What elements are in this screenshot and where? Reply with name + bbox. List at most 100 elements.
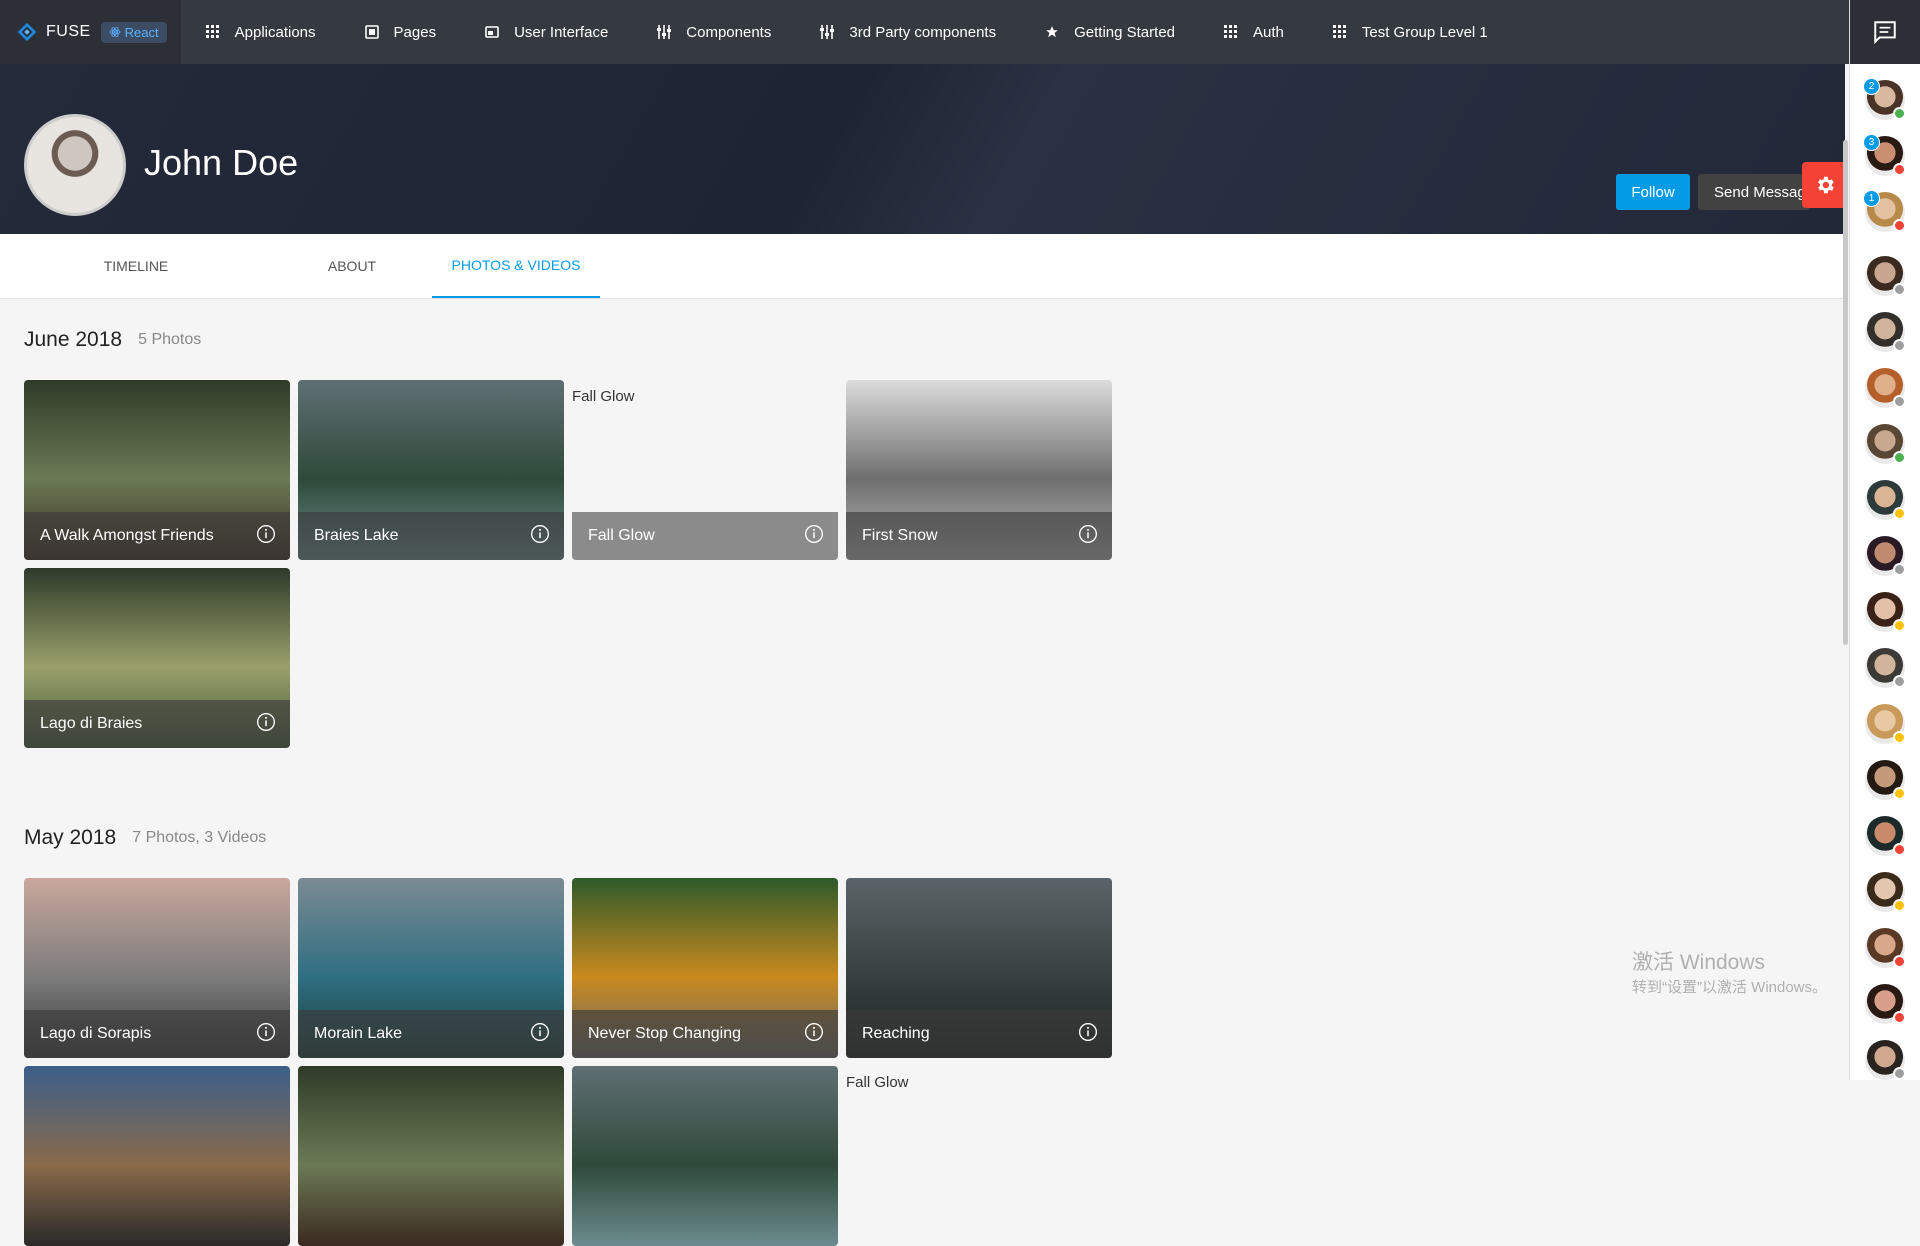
contact-avatar[interactable] bbox=[1865, 760, 1906, 800]
info-icon[interactable] bbox=[1078, 1022, 1098, 1047]
info-icon[interactable] bbox=[1078, 524, 1098, 549]
info-icon[interactable] bbox=[530, 1022, 550, 1047]
tile-title: Fall Glow bbox=[588, 527, 655, 544]
photo-tile[interactable]: Never Stop Changing bbox=[572, 878, 838, 1058]
contact-avatar[interactable] bbox=[1865, 368, 1906, 408]
photo-tile[interactable]: Reaching bbox=[846, 878, 1112, 1058]
contact-avatar[interactable] bbox=[1865, 704, 1906, 744]
apps-icon bbox=[1223, 24, 1239, 40]
nav-item-3rd-party-components[interactable]: 3rd Party components bbox=[795, 0, 1020, 64]
info-icon[interactable] bbox=[530, 524, 550, 549]
brand-name: FUSE bbox=[46, 23, 91, 40]
contact-avatar[interactable] bbox=[1865, 312, 1906, 352]
tile-title: Braies Lake bbox=[314, 527, 399, 544]
star-icon bbox=[1044, 24, 1060, 40]
tile-caption-bar: Fall Glow bbox=[572, 512, 838, 560]
contact-avatar[interactable] bbox=[1865, 816, 1906, 856]
pages-icon bbox=[364, 24, 380, 40]
profile-tabs: Timeline About Photos & Videos bbox=[0, 234, 1845, 299]
photo-tile[interactable] bbox=[572, 1066, 838, 1246]
contact-avatar[interactable] bbox=[1865, 1040, 1906, 1080]
photos-videos-content: June 2018 5 Photos A Walk Amongst Friends B… bbox=[24, 300, 1824, 1246]
contact-avatar[interactable] bbox=[1865, 536, 1906, 576]
photo-tile[interactable]: Fall Glow Fall Glow bbox=[572, 380, 838, 560]
group-header: May 2018 7 Photos, 3 Videos bbox=[24, 798, 1824, 878]
group-count: 7 Photos, 3 Videos bbox=[132, 829, 267, 846]
status-dot bbox=[1893, 219, 1906, 232]
chat-toggle[interactable] bbox=[1850, 0, 1920, 64]
nav-item-label: Getting Started bbox=[1074, 23, 1176, 41]
nav-item-label: Components bbox=[686, 23, 772, 41]
photo-tile[interactable]: Fall Glow bbox=[846, 1066, 1112, 1246]
nav-item-test-group-level-1[interactable]: Test Group Level 1 bbox=[1308, 0, 1512, 64]
web-icon bbox=[484, 24, 500, 40]
contact-avatar[interactable] bbox=[1865, 928, 1906, 968]
contact-avatar[interactable] bbox=[1865, 424, 1906, 464]
tile-caption-bar: Lago di Braies bbox=[24, 700, 290, 748]
unread-badge: 1 bbox=[1863, 190, 1880, 207]
broken-image-alt: Fall Glow bbox=[846, 1074, 909, 1091]
top-navbar: FUSE React Applications Pages User Interfa… bbox=[0, 0, 1850, 64]
contact-avatar[interactable]: 2 bbox=[1863, 78, 1906, 120]
nav-item-components[interactable]: Components bbox=[632, 0, 795, 64]
tune-icon bbox=[819, 24, 835, 40]
info-icon[interactable] bbox=[804, 524, 824, 549]
info-icon[interactable] bbox=[256, 1022, 276, 1047]
photo-tile[interactable]: Morain Lake bbox=[298, 878, 564, 1058]
tile-title: Lago di Braies bbox=[40, 715, 143, 732]
status-dot bbox=[1893, 339, 1906, 352]
status-dot bbox=[1893, 955, 1906, 968]
contact-avatar[interactable]: 3 bbox=[1863, 134, 1906, 176]
tab-photos-videos[interactable]: Photos & Videos bbox=[432, 234, 600, 298]
tile-caption-bar: Braies Lake bbox=[298, 512, 564, 560]
tab-about[interactable]: About bbox=[272, 234, 432, 298]
contact-avatar[interactable]: 1 bbox=[1863, 190, 1906, 232]
tile-title: Morain Lake bbox=[314, 1025, 403, 1042]
tile-title: Reaching bbox=[862, 1025, 930, 1042]
apps-icon bbox=[205, 24, 221, 40]
tab-timeline[interactable]: Timeline bbox=[0, 234, 272, 298]
info-icon[interactable] bbox=[256, 712, 276, 737]
contact-avatar[interactable] bbox=[1865, 984, 1906, 1024]
contact-avatar[interactable] bbox=[1865, 480, 1906, 520]
info-icon[interactable] bbox=[256, 524, 276, 549]
nav-item-user-interface[interactable]: User Interface bbox=[460, 0, 632, 64]
nav-item-auth[interactable]: Auth bbox=[1199, 0, 1308, 64]
contact-avatar[interactable] bbox=[1865, 872, 1906, 912]
follow-button[interactable]: Follow bbox=[1616, 174, 1690, 210]
photo-grid: Lago di Sorapis Morain Lake Never Stop Cha… bbox=[24, 878, 1824, 1246]
nav-item-label: 3rd Party components bbox=[849, 23, 997, 41]
group-name: June 2018 bbox=[24, 328, 123, 351]
brand[interactable]: FUSE React bbox=[0, 0, 181, 64]
photo-tile[interactable]: Braies Lake bbox=[298, 380, 564, 560]
contact-avatar[interactable] bbox=[1865, 648, 1906, 688]
contact-avatar[interactable] bbox=[1865, 592, 1906, 632]
status-dot bbox=[1893, 563, 1906, 576]
contact-avatar[interactable] bbox=[1865, 256, 1906, 296]
nav-item-pages[interactable]: Pages bbox=[340, 0, 461, 64]
nav-item-applications[interactable]: Applications bbox=[181, 0, 340, 64]
nav-item-getting-started[interactable]: Getting Started bbox=[1020, 0, 1199, 64]
photo-tile[interactable]: Lago di Braies bbox=[24, 568, 290, 748]
unread-badge: 2 bbox=[1863, 78, 1880, 95]
nav-item-label: Pages bbox=[393, 23, 437, 41]
photo-tile[interactable]: First Snow bbox=[846, 380, 1112, 560]
profile-header: John Doe Follow Send Message bbox=[0, 64, 1848, 234]
tile-caption-bar: A Walk Amongst Friends bbox=[24, 512, 290, 560]
photo-tile[interactable]: A Walk Amongst Friends bbox=[24, 380, 290, 560]
theme-settings-button[interactable] bbox=[1802, 162, 1848, 208]
photo-grid: A Walk Amongst Friends Braies Lake Fall Gl… bbox=[24, 380, 1824, 748]
photo-tile[interactable] bbox=[298, 1066, 564, 1246]
send-message-button[interactable]: Send Message bbox=[1698, 174, 1810, 210]
chat-icon bbox=[1874, 21, 1896, 45]
info-icon[interactable] bbox=[804, 1022, 824, 1047]
unread-badge: 3 bbox=[1863, 134, 1880, 151]
page-scrollbar[interactable] bbox=[1843, 140, 1848, 645]
status-dot bbox=[1893, 619, 1906, 632]
status-dot bbox=[1893, 1067, 1906, 1080]
status-dot bbox=[1893, 675, 1906, 688]
photo-tile[interactable] bbox=[24, 1066, 290, 1246]
fuse-logo-icon bbox=[17, 22, 37, 42]
tile-caption-bar: Lago di Sorapis bbox=[24, 1010, 290, 1058]
photo-tile[interactable]: Lago di Sorapis bbox=[24, 878, 290, 1058]
